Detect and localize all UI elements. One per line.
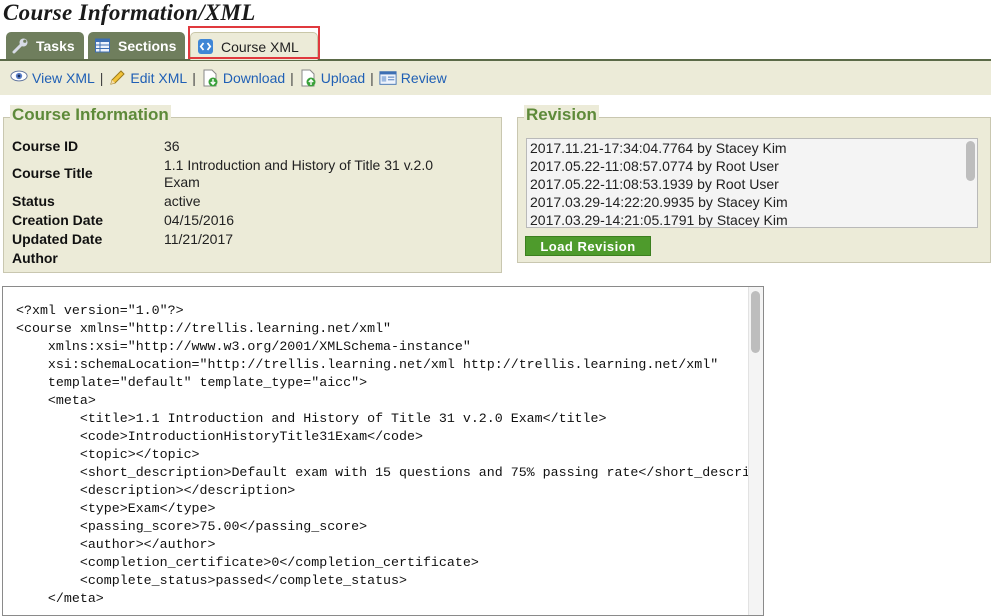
- revision-item[interactable]: 2017.05.22-11:08:53.1939 by Root User: [527, 175, 977, 193]
- author-label: Author: [12, 250, 58, 266]
- xml-line: <author></author>: [16, 537, 216, 552]
- revision-listbox[interactable]: 2017.11.21-17:34:04.7764 by Stacey Kim 2…: [526, 138, 978, 228]
- download-icon: [201, 69, 219, 87]
- xml-viewer[interactable]: <?xml version="1.0"?> <course xmlns="htt…: [2, 286, 764, 616]
- xml-content: <?xml version="1.0"?> <course xmlns="htt…: [16, 302, 764, 608]
- xml-line: <topic></topic>: [16, 447, 200, 462]
- xml-line: <meta>: [16, 393, 96, 408]
- xml-line: <title>1.1 Introduction and History of T…: [16, 411, 607, 426]
- revision-panel: Revision 2017.11.21-17:34:04.7764 by Sta…: [517, 105, 991, 263]
- tab-course-xml[interactable]: Course XML: [190, 32, 318, 60]
- status-label: Status: [12, 193, 55, 209]
- upload-label: Upload: [320, 70, 366, 86]
- load-revision-button[interactable]: Load Revision: [525, 236, 651, 256]
- xml-line: <passing_score>75.00</passing_score>: [16, 519, 368, 534]
- xml-line: <description></description>: [16, 483, 296, 498]
- wrench-icon: [12, 37, 29, 54]
- xml-line: template="default" template_type="aicc">: [16, 375, 368, 390]
- tab-label: Sections: [118, 37, 177, 54]
- course-id-value: 36: [164, 138, 180, 154]
- creation-date-value: 04/15/2016: [164, 212, 235, 228]
- separator: |: [192, 70, 196, 86]
- view-xml-label: View XML: [32, 70, 95, 86]
- download-label: Download: [222, 70, 286, 86]
- revision-legend: Revision: [524, 105, 599, 125]
- download-link[interactable]: Download: [201, 69, 285, 87]
- tab-bar: Tasks Sections Course XML: [0, 28, 991, 61]
- revision-item[interactable]: 2017.11.21-17:34:04.7764 by Stacey Kim: [527, 139, 977, 157]
- xml-line: <code>IntroductionHistoryTitle31Exam</co…: [16, 429, 423, 444]
- xml-line: <completion_certificate>0</completion_ce…: [16, 555, 479, 570]
- edit-xml-link[interactable]: Edit XML: [108, 69, 187, 87]
- xml-line: <short_description>Default exam with 15 …: [16, 465, 764, 480]
- xml-line: </meta>: [16, 591, 104, 606]
- revision-scrollbar[interactable]: [966, 141, 975, 181]
- xml-line: <course xmlns="http://trellis.learning.n…: [16, 321, 392, 336]
- separator: |: [370, 70, 374, 86]
- course-information-panel: Course Information Course ID 36 Course T…: [3, 105, 502, 273]
- updated-date-label: Updated Date: [12, 231, 103, 247]
- revision-item[interactable]: 2017.05.22-11:08:57.0774 by Root User: [527, 157, 977, 175]
- edit-xml-label: Edit XML: [130, 70, 188, 86]
- updated-date-value: 11/21/2017: [164, 231, 234, 247]
- status-value: active: [164, 193, 201, 209]
- tab-label: Tasks: [36, 37, 75, 54]
- tab-label: Course XML: [221, 38, 299, 55]
- xml-scrollbar-track[interactable]: [748, 287, 763, 615]
- course-title-label: Course Title: [12, 165, 93, 181]
- eye-icon: [10, 69, 28, 87]
- review-link[interactable]: Review: [379, 69, 447, 87]
- upload-link[interactable]: Upload: [299, 69, 365, 87]
- revision-item[interactable]: 2017.03.29-14:22:20.9935 by Stacey Kim: [527, 193, 977, 211]
- upload-icon: [299, 69, 317, 87]
- course-title-value-line2: Exam: [164, 174, 200, 190]
- course-id-label: Course ID: [12, 138, 79, 154]
- xml-line: <?xml version="1.0"?>: [16, 303, 184, 318]
- course-information-legend: Course Information: [10, 105, 171, 125]
- xml-code-icon: [197, 38, 214, 55]
- course-title-value-line1: 1.1 Introduction and History of Title 31…: [164, 157, 434, 173]
- xml-line: <complete_status>passed</complete_status…: [16, 573, 407, 588]
- separator: |: [99, 70, 104, 86]
- separator: |: [290, 70, 294, 86]
- pencil-icon: [108, 69, 126, 87]
- xml-scrollbar-thumb[interactable]: [751, 291, 760, 353]
- xml-toolbar: View XML | Edit XML | Download | Upload …: [0, 61, 991, 95]
- tab-sections[interactable]: Sections: [88, 32, 185, 59]
- table-icon: [94, 37, 111, 54]
- creation-date-label: Creation Date: [12, 212, 104, 228]
- xml-line: xmlns:xsi="http://www.w3.org/2001/XMLSch…: [16, 339, 471, 354]
- tab-tasks[interactable]: Tasks: [6, 32, 84, 59]
- review-label: Review: [400, 70, 447, 86]
- page-title: Course Information/XML: [3, 0, 256, 25]
- xml-line: <type>Exam</type>: [16, 501, 216, 516]
- xml-line: xsi:schemaLocation="http://trellis.learn…: [16, 357, 719, 372]
- revision-item[interactable]: 2017.03.29-14:21:05.1791 by Stacey Kim: [527, 211, 977, 227]
- review-icon: [379, 69, 397, 87]
- view-xml-link[interactable]: View XML: [10, 69, 95, 87]
